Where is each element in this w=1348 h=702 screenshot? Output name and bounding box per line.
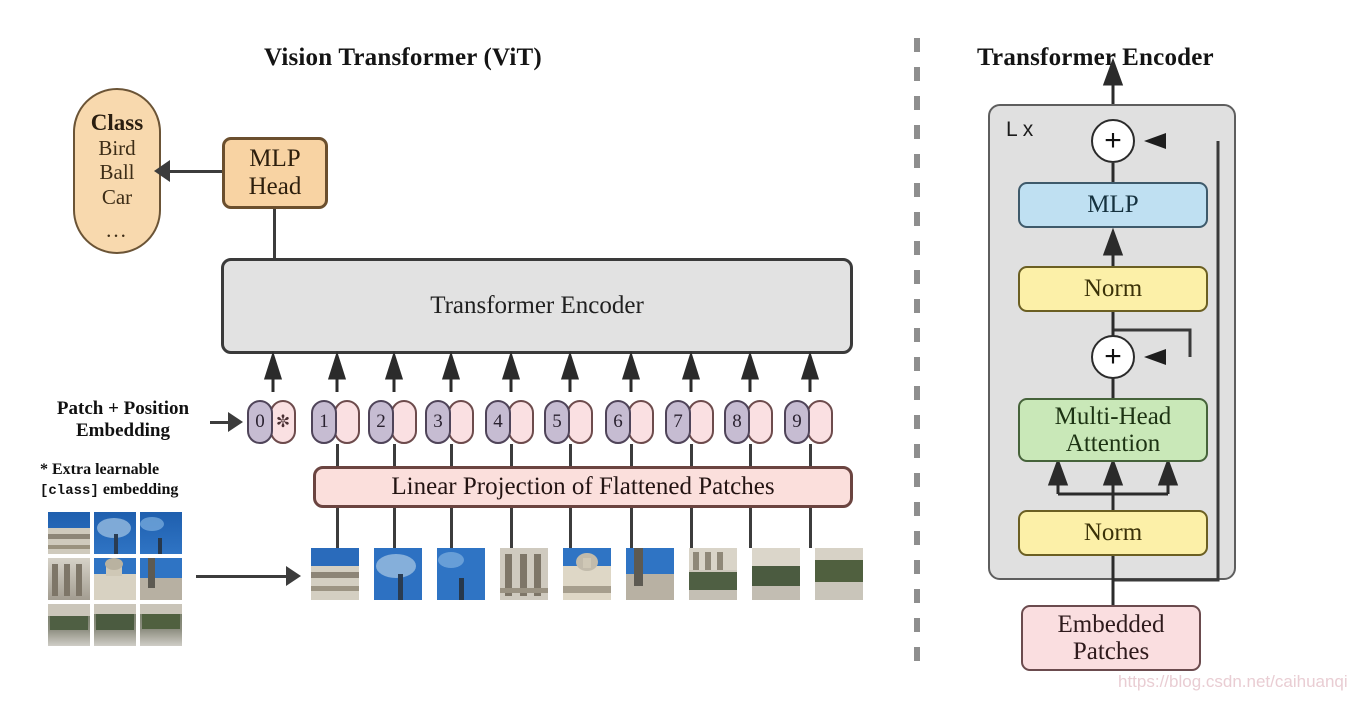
flattened-patch-row xyxy=(311,548,865,607)
class-output-pill: Class Bird Ball Car ... xyxy=(73,88,161,254)
token-7-stem xyxy=(690,444,693,468)
token-5: 5 xyxy=(544,400,593,444)
token-0-position-index: 0 xyxy=(247,400,273,444)
extra-learnable-note-line1: * Extra learnable xyxy=(40,461,160,478)
token-6-position-index: 6 xyxy=(605,400,631,444)
class-pill-item-car: Car xyxy=(101,184,133,209)
vit-architecture-figure: Vision Transformer (ViT) Class Bird Ball… xyxy=(0,0,1348,702)
token-0: 0 ✼ xyxy=(247,400,296,444)
token-6-stem xyxy=(630,444,633,468)
attention-label-line2: Attention xyxy=(1065,430,1161,457)
token-5-stem xyxy=(569,444,572,468)
patch-position-embedding-line2: Embedding xyxy=(76,419,170,441)
class-pill-item-ball: Ball xyxy=(99,160,135,185)
token-4-patch-embedding xyxy=(508,400,534,444)
patch-2-stem xyxy=(393,508,396,548)
token-1: 1 xyxy=(311,400,360,444)
class-pill-item-bird: Bird xyxy=(98,135,136,160)
token-9-position-index: 9 xyxy=(784,400,810,444)
patch-6-stem xyxy=(630,508,633,548)
token-8-stem xyxy=(749,444,752,468)
token-6: 6 xyxy=(605,400,654,444)
extra-learnable-note: * Extra learnable [class] embedding xyxy=(40,460,230,501)
mlp-head-box: MLP Head xyxy=(222,137,328,209)
patch-8-stem xyxy=(749,508,752,548)
source-to-patches-arrow-line xyxy=(196,575,288,578)
embedded-patches-block: Embedded Patches xyxy=(1021,605,1201,671)
token-8: 8 xyxy=(724,400,773,444)
residual-add-top: + xyxy=(1091,119,1135,163)
mlp-head-label-line2: Head xyxy=(248,173,302,200)
token-2-stem xyxy=(393,444,396,468)
source-to-patches-arrowhead xyxy=(286,566,301,586)
embedded-patches-line1: Embedded xyxy=(1057,610,1165,638)
token-3-stem xyxy=(450,444,453,468)
embedded-patches-line2: Patches xyxy=(1072,638,1150,665)
token-1-position-index: 1 xyxy=(311,400,337,444)
watermark-text: https://blog.csdn.net/caihuanqia xyxy=(1118,672,1348,691)
patch-9-stem xyxy=(809,508,812,548)
token-9-patch-embedding xyxy=(807,400,833,444)
patch-position-embedding-line1: Patch + Position xyxy=(56,398,190,419)
token-3-position-index: 3 xyxy=(425,400,451,444)
mlp-head-label-line1: MLP xyxy=(249,145,301,172)
token-7-patch-embedding xyxy=(688,400,714,444)
class-token-tail: embedding xyxy=(98,481,179,498)
patch-4-stem xyxy=(510,508,513,548)
linear-projection-box: Linear Projection of Flattened Patches xyxy=(313,466,853,508)
token-4: 4 xyxy=(485,400,534,444)
extra-learnable-note-line2: [class] embedding xyxy=(40,480,230,501)
embedding-label-arrowhead xyxy=(228,412,243,432)
token-8-patch-embedding xyxy=(747,400,773,444)
token-1-stem xyxy=(336,444,339,468)
mlp-head-stem-line xyxy=(273,209,276,259)
patch-7-stem xyxy=(690,508,693,548)
token-8-position-index: 8 xyxy=(724,400,750,444)
token-4-stem xyxy=(510,444,513,468)
class-token-code: [class] xyxy=(40,483,99,499)
right-panel-title: Transformer Encoder xyxy=(977,44,1214,71)
token-6-patch-embedding xyxy=(628,400,654,444)
patch-5-stem xyxy=(569,508,572,548)
left-panel-title: Vision Transformer (ViT) xyxy=(264,44,542,71)
class-pill-heading: Class xyxy=(90,110,144,135)
token-2: 2 xyxy=(368,400,417,444)
patch-1-stem xyxy=(336,508,339,548)
token-7-position-index: 7 xyxy=(665,400,691,444)
encoder-norm-bottom-block: Norm xyxy=(1018,510,1208,556)
residual-add-middle: + xyxy=(1091,335,1135,379)
token-2-patch-embedding xyxy=(391,400,417,444)
patch-3-stem xyxy=(450,508,453,548)
patch-position-embedding-label: Patch + Position Embedding xyxy=(33,398,213,442)
encoder-repeat-label: L x xyxy=(1006,118,1034,141)
encoder-multihead-attention-block: Multi-Head Attention xyxy=(1018,398,1208,462)
token-7: 7 xyxy=(665,400,714,444)
token-3-patch-embedding xyxy=(448,400,474,444)
attention-label-line1: Multi-Head xyxy=(1054,402,1172,430)
class-pill-ellipsis: ... xyxy=(106,218,128,243)
token-5-position-index: 5 xyxy=(544,400,570,444)
embedding-label-arrow-line xyxy=(210,421,230,424)
token-9: 9 xyxy=(784,400,833,444)
token-1-patch-embedding xyxy=(334,400,360,444)
token-3: 3 xyxy=(425,400,474,444)
token-5-patch-embedding xyxy=(567,400,593,444)
mlp-head-to-class-line xyxy=(166,170,222,173)
token-9-stem xyxy=(809,444,812,468)
transformer-encoder-bar: Transformer Encoder xyxy=(221,258,853,354)
encoder-norm-top-block: Norm xyxy=(1018,266,1208,312)
mlp-head-to-class-arrowhead xyxy=(154,160,170,182)
token-0-class-embedding: ✼ xyxy=(270,400,296,444)
token-4-position-index: 4 xyxy=(485,400,511,444)
encoder-mlp-block: MLP xyxy=(1018,182,1208,228)
source-image-patch-grid xyxy=(48,512,183,647)
panel-divider xyxy=(914,38,920,668)
token-2-position-index: 2 xyxy=(368,400,394,444)
